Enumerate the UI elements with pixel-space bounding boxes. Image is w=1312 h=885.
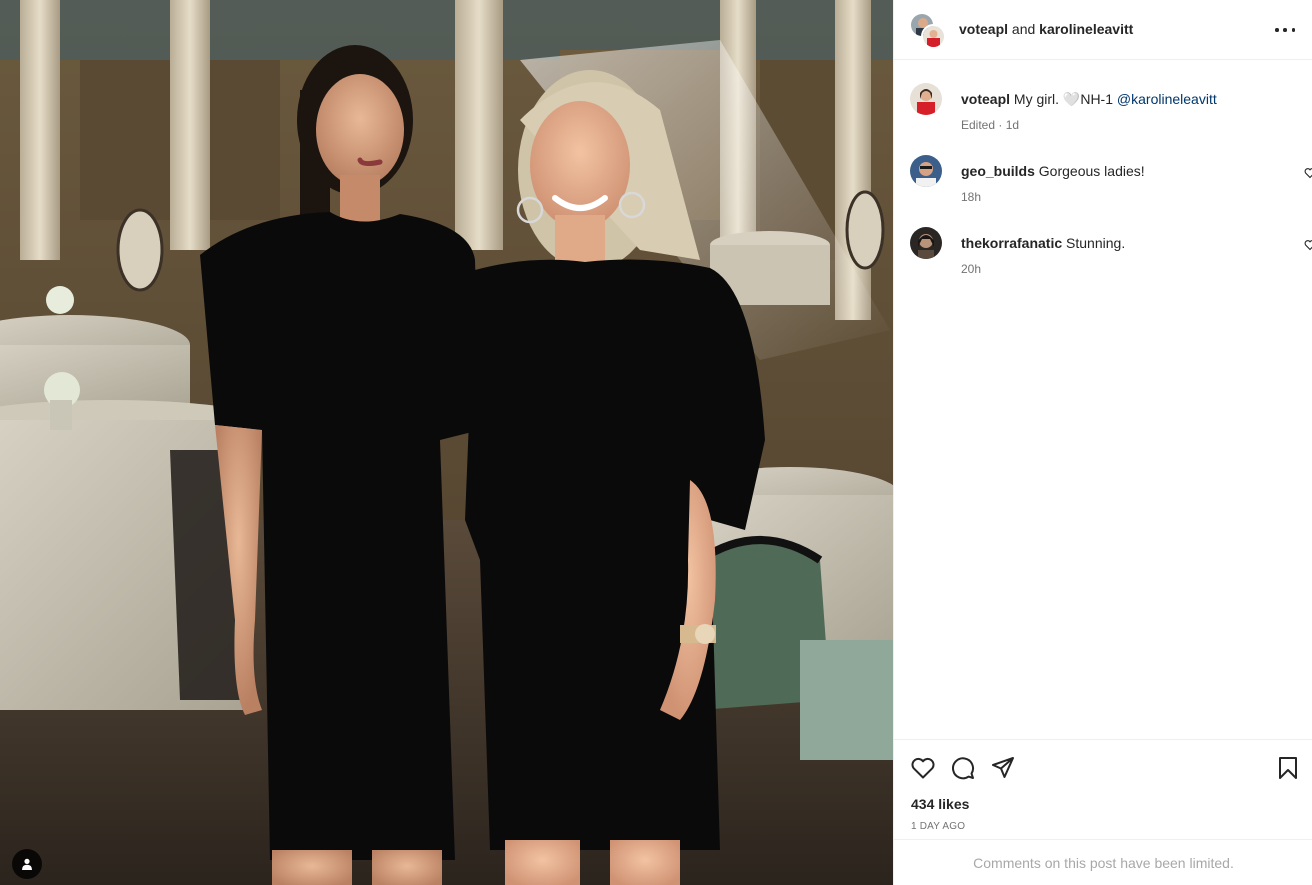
comment-text: geo_builds Gorgeous ladies! — [961, 162, 1145, 180]
comments-section: voteapl My girl. 🤍NH-1 @karolineleavitt … — [894, 61, 1312, 739]
commenter-avatar[interactable] — [910, 155, 942, 187]
commenter-avatar[interactable] — [910, 227, 942, 259]
caption-username[interactable]: voteapl — [961, 91, 1010, 107]
photo-scene — [0, 0, 893, 885]
collaborator-username[interactable]: karolineleavitt — [1039, 21, 1133, 37]
author-username[interactable]: voteapl — [959, 21, 1008, 37]
collab-avatars[interactable] — [910, 13, 946, 49]
comment-item: geo_builds Gorgeous ladies! 18h — [910, 155, 1312, 207]
post-timestamp: 1 DAY AGO — [911, 821, 966, 832]
comment-username[interactable]: geo_builds — [961, 163, 1035, 179]
comment-like-icon[interactable] — [1304, 239, 1312, 251]
post-photo[interactable] — [0, 0, 893, 885]
heart-icon[interactable] — [910, 755, 936, 781]
post-header: voteapl and karolineleavitt — [894, 0, 1312, 60]
caption-avatar[interactable] — [910, 83, 942, 115]
paper-plane-icon[interactable] — [990, 755, 1016, 781]
comment-like-icon[interactable] — [1304, 167, 1312, 179]
comment-text: thekorrafanatic Stunning. — [961, 234, 1125, 252]
collaborator-avatar[interactable] — [921, 24, 946, 49]
post-actions: 434 likes 1 DAY AGO — [894, 739, 1312, 839]
post-title: voteapl and karolineleavitt — [959, 21, 1133, 37]
comment-body: Stunning. — [1066, 235, 1126, 251]
post-side-panel: voteapl and karolineleavitt voteapl My g… — [893, 0, 1312, 885]
more-dots-icon — [1275, 28, 1279, 32]
person-icon — [22, 858, 32, 870]
comment-time: 18h — [961, 190, 982, 204]
caption: voteapl My girl. 🤍NH-1 @karolineleavitt … — [910, 83, 1310, 135]
caption-text: voteapl My girl. 🤍NH-1 @karolineleavitt — [961, 90, 1217, 108]
bookmark-icon[interactable] — [1275, 755, 1301, 781]
comments-limited-notice: Comments on this post have been limited. — [894, 839, 1312, 885]
more-dot — [1291, 28, 1295, 32]
tagged-people-button[interactable] — [12, 849, 42, 879]
more-dot — [1283, 28, 1287, 32]
title-joiner: and — [1011, 21, 1036, 37]
comment-body: Gorgeous ladies! — [1038, 163, 1145, 179]
comment-item: thekorrafanatic Stunning. 20h — [910, 227, 1312, 279]
caption-body: My girl. 🤍NH-1 — [1013, 91, 1114, 107]
more-options-button[interactable] — [1275, 22, 1295, 38]
comment-username[interactable]: thekorrafanatic — [961, 235, 1062, 251]
comment-time: 20h — [961, 262, 982, 276]
likes-count[interactable]: 434 likes — [911, 796, 969, 812]
comment-bubble-icon[interactable] — [950, 755, 976, 781]
caption-meta: Edited · 1d — [961, 118, 1020, 132]
caption-mention[interactable]: @karolineleavitt — [1117, 91, 1217, 107]
